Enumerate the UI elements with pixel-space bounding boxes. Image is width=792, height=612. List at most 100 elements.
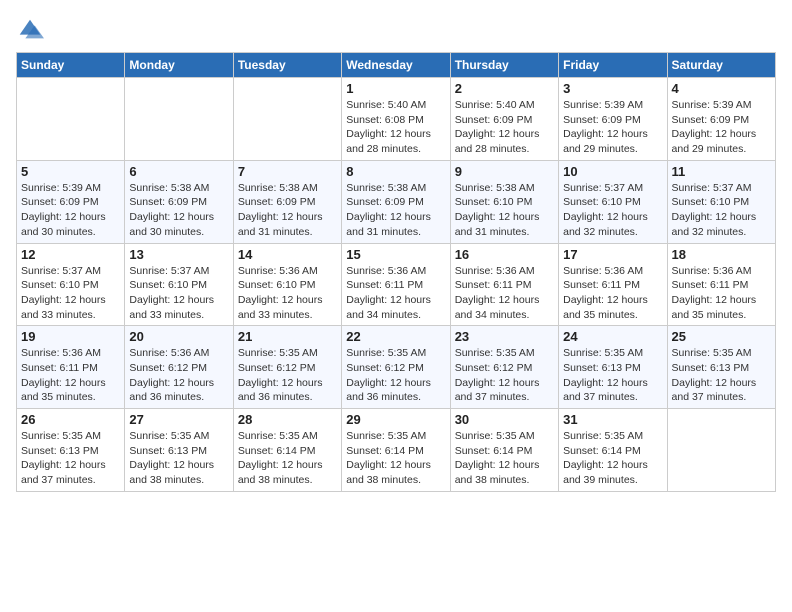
day-info: Sunrise: 5:38 AMSunset: 6:10 PMDaylight:…	[455, 181, 554, 240]
calendar-cell: 11 Sunrise: 5:37 AMSunset: 6:10 PMDayligh…	[667, 160, 775, 243]
day-info: Sunrise: 5:40 AMSunset: 6:09 PMDaylight:…	[455, 98, 554, 157]
day-number: 26	[21, 412, 120, 427]
day-info: Sunrise: 5:39 AMSunset: 6:09 PMDaylight:…	[672, 98, 771, 157]
calendar-cell: 4 Sunrise: 5:39 AMSunset: 6:09 PMDaylight…	[667, 78, 775, 161]
day-info: Sunrise: 5:35 AMSunset: 6:12 PMDaylight:…	[455, 346, 554, 405]
calendar-cell	[233, 78, 341, 161]
calendar-cell: 6 Sunrise: 5:38 AMSunset: 6:09 PMDaylight…	[125, 160, 233, 243]
calendar-cell: 22 Sunrise: 5:35 AMSunset: 6:12 PMDayligh…	[342, 326, 450, 409]
day-info: Sunrise: 5:36 AMSunset: 6:11 PMDaylight:…	[21, 346, 120, 405]
calendar-cell: 29 Sunrise: 5:35 AMSunset: 6:14 PMDayligh…	[342, 409, 450, 492]
day-number: 8	[346, 164, 445, 179]
day-number: 7	[238, 164, 337, 179]
weekday-header-monday: Monday	[125, 53, 233, 78]
day-info: Sunrise: 5:38 AMSunset: 6:09 PMDaylight:…	[129, 181, 228, 240]
calendar-cell: 18 Sunrise: 5:36 AMSunset: 6:11 PMDayligh…	[667, 243, 775, 326]
day-info: Sunrise: 5:35 AMSunset: 6:13 PMDaylight:…	[21, 429, 120, 488]
calendar-cell: 17Sunrise: 5:36 AMSunset: 6:11 PMDayligh…	[559, 243, 667, 326]
day-number: 11	[672, 164, 771, 179]
day-info: Sunrise: 5:35 AMSunset: 6:12 PMDaylight:…	[346, 346, 445, 405]
day-info: Sunrise: 5:35 AMSunset: 6:14 PMDaylight:…	[346, 429, 445, 488]
day-number: 18	[672, 247, 771, 262]
weekday-header-row: SundayMondayTuesdayWednesdayThursdayFrid…	[17, 53, 776, 78]
calendar-cell	[17, 78, 125, 161]
calendar-cell: 19 Sunrise: 5:36 AMSunset: 6:11 PMDayligh…	[17, 326, 125, 409]
calendar-cell: 13Sunrise: 5:37 AMSunset: 6:10 PMDayligh…	[125, 243, 233, 326]
day-info: Sunrise: 5:35 AMSunset: 6:12 PMDaylight:…	[238, 346, 337, 405]
calendar-cell: 8Sunrise: 5:38 AMSunset: 6:09 PMDaylight…	[342, 160, 450, 243]
day-info: Sunrise: 5:37 AMSunset: 6:10 PMDaylight:…	[129, 264, 228, 323]
day-number: 10	[563, 164, 662, 179]
calendar-cell: 16 Sunrise: 5:36 AMSunset: 6:11 PMDayligh…	[450, 243, 558, 326]
calendar-cell: 10Sunrise: 5:37 AMSunset: 6:10 PMDayligh…	[559, 160, 667, 243]
calendar-cell: 1 Sunrise: 5:40 AMSunset: 6:08 PMDaylight…	[342, 78, 450, 161]
calendar-cell: 28Sunrise: 5:35 AMSunset: 6:14 PMDayligh…	[233, 409, 341, 492]
day-number: 6	[129, 164, 228, 179]
day-number: 15	[346, 247, 445, 262]
day-info: Sunrise: 5:36 AMSunset: 6:11 PMDaylight:…	[672, 264, 771, 323]
calendar-cell: 9Sunrise: 5:38 AMSunset: 6:10 PMDaylight…	[450, 160, 558, 243]
day-number: 30	[455, 412, 554, 427]
calendar-cell: 12 Sunrise: 5:37 AMSunset: 6:10 PMDayligh…	[17, 243, 125, 326]
weekday-header-thursday: Thursday	[450, 53, 558, 78]
day-number: 20	[129, 329, 228, 344]
weekday-header-wednesday: Wednesday	[342, 53, 450, 78]
calendar-table: SundayMondayTuesdayWednesdayThursdayFrid…	[16, 52, 776, 492]
day-number: 2	[455, 81, 554, 96]
week-row-5: 26 Sunrise: 5:35 AMSunset: 6:13 PMDayligh…	[17, 409, 776, 492]
logo	[16, 16, 48, 44]
day-info: Sunrise: 5:37 AMSunset: 6:10 PMDaylight:…	[21, 264, 120, 323]
day-number: 22	[346, 329, 445, 344]
day-info: Sunrise: 5:37 AMSunset: 6:10 PMDaylight:…	[672, 181, 771, 240]
calendar-cell	[125, 78, 233, 161]
page-header	[16, 16, 776, 44]
calendar-cell: 15 Sunrise: 5:36 AMSunset: 6:11 PMDayligh…	[342, 243, 450, 326]
day-number: 21	[238, 329, 337, 344]
day-number: 27	[129, 412, 228, 427]
day-info: Sunrise: 5:35 AMSunset: 6:13 PMDaylight:…	[563, 346, 662, 405]
weekday-header-friday: Friday	[559, 53, 667, 78]
calendar-cell: 3 Sunrise: 5:39 AMSunset: 6:09 PMDaylight…	[559, 78, 667, 161]
calendar-cell: 21 Sunrise: 5:35 AMSunset: 6:12 PMDayligh…	[233, 326, 341, 409]
day-number: 16	[455, 247, 554, 262]
day-number: 29	[346, 412, 445, 427]
week-row-3: 12 Sunrise: 5:37 AMSunset: 6:10 PMDayligh…	[17, 243, 776, 326]
day-info: Sunrise: 5:35 AMSunset: 6:14 PMDaylight:…	[455, 429, 554, 488]
day-number: 4	[672, 81, 771, 96]
day-info: Sunrise: 5:40 AMSunset: 6:08 PMDaylight:…	[346, 98, 445, 157]
day-info: Sunrise: 5:35 AMSunset: 6:13 PMDaylight:…	[672, 346, 771, 405]
day-number: 28	[238, 412, 337, 427]
day-number: 14	[238, 247, 337, 262]
day-info: Sunrise: 5:38 AMSunset: 6:09 PMDaylight:…	[238, 181, 337, 240]
day-info: Sunrise: 5:35 AMSunset: 6:13 PMDaylight:…	[129, 429, 228, 488]
calendar-cell: 27 Sunrise: 5:35 AMSunset: 6:13 PMDayligh…	[125, 409, 233, 492]
week-row-2: 5 Sunrise: 5:39 AMSunset: 6:09 PMDaylight…	[17, 160, 776, 243]
calendar-cell: 5 Sunrise: 5:39 AMSunset: 6:09 PMDaylight…	[17, 160, 125, 243]
calendar-cell: 7 Sunrise: 5:38 AMSunset: 6:09 PMDaylight…	[233, 160, 341, 243]
day-number: 25	[672, 329, 771, 344]
calendar-cell: 2 Sunrise: 5:40 AMSunset: 6:09 PMDaylight…	[450, 78, 558, 161]
day-number: 5	[21, 164, 120, 179]
day-info: Sunrise: 5:39 AMSunset: 6:09 PMDaylight:…	[21, 181, 120, 240]
week-row-4: 19 Sunrise: 5:36 AMSunset: 6:11 PMDayligh…	[17, 326, 776, 409]
day-number: 3	[563, 81, 662, 96]
calendar-cell: 30 Sunrise: 5:35 AMSunset: 6:14 PMDayligh…	[450, 409, 558, 492]
logo-icon	[16, 16, 44, 44]
day-info: Sunrise: 5:39 AMSunset: 6:09 PMDaylight:…	[563, 98, 662, 157]
day-number: 23	[455, 329, 554, 344]
day-number: 1	[346, 81, 445, 96]
calendar-cell: 31Sunrise: 5:35 AMSunset: 6:14 PMDayligh…	[559, 409, 667, 492]
calendar-cell	[667, 409, 775, 492]
day-number: 19	[21, 329, 120, 344]
calendar-cell: 25 Sunrise: 5:35 AMSunset: 6:13 PMDayligh…	[667, 326, 775, 409]
day-info: Sunrise: 5:36 AMSunset: 6:11 PMDaylight:…	[563, 264, 662, 323]
weekday-header-tuesday: Tuesday	[233, 53, 341, 78]
day-info: Sunrise: 5:36 AMSunset: 6:11 PMDaylight:…	[455, 264, 554, 323]
day-number: 12	[21, 247, 120, 262]
weekday-header-saturday: Saturday	[667, 53, 775, 78]
calendar-cell: 20Sunrise: 5:36 AMSunset: 6:12 PMDayligh…	[125, 326, 233, 409]
day-info: Sunrise: 5:36 AMSunset: 6:10 PMDaylight:…	[238, 264, 337, 323]
week-row-1: 1 Sunrise: 5:40 AMSunset: 6:08 PMDaylight…	[17, 78, 776, 161]
day-info: Sunrise: 5:36 AMSunset: 6:11 PMDaylight:…	[346, 264, 445, 323]
day-number: 24	[563, 329, 662, 344]
